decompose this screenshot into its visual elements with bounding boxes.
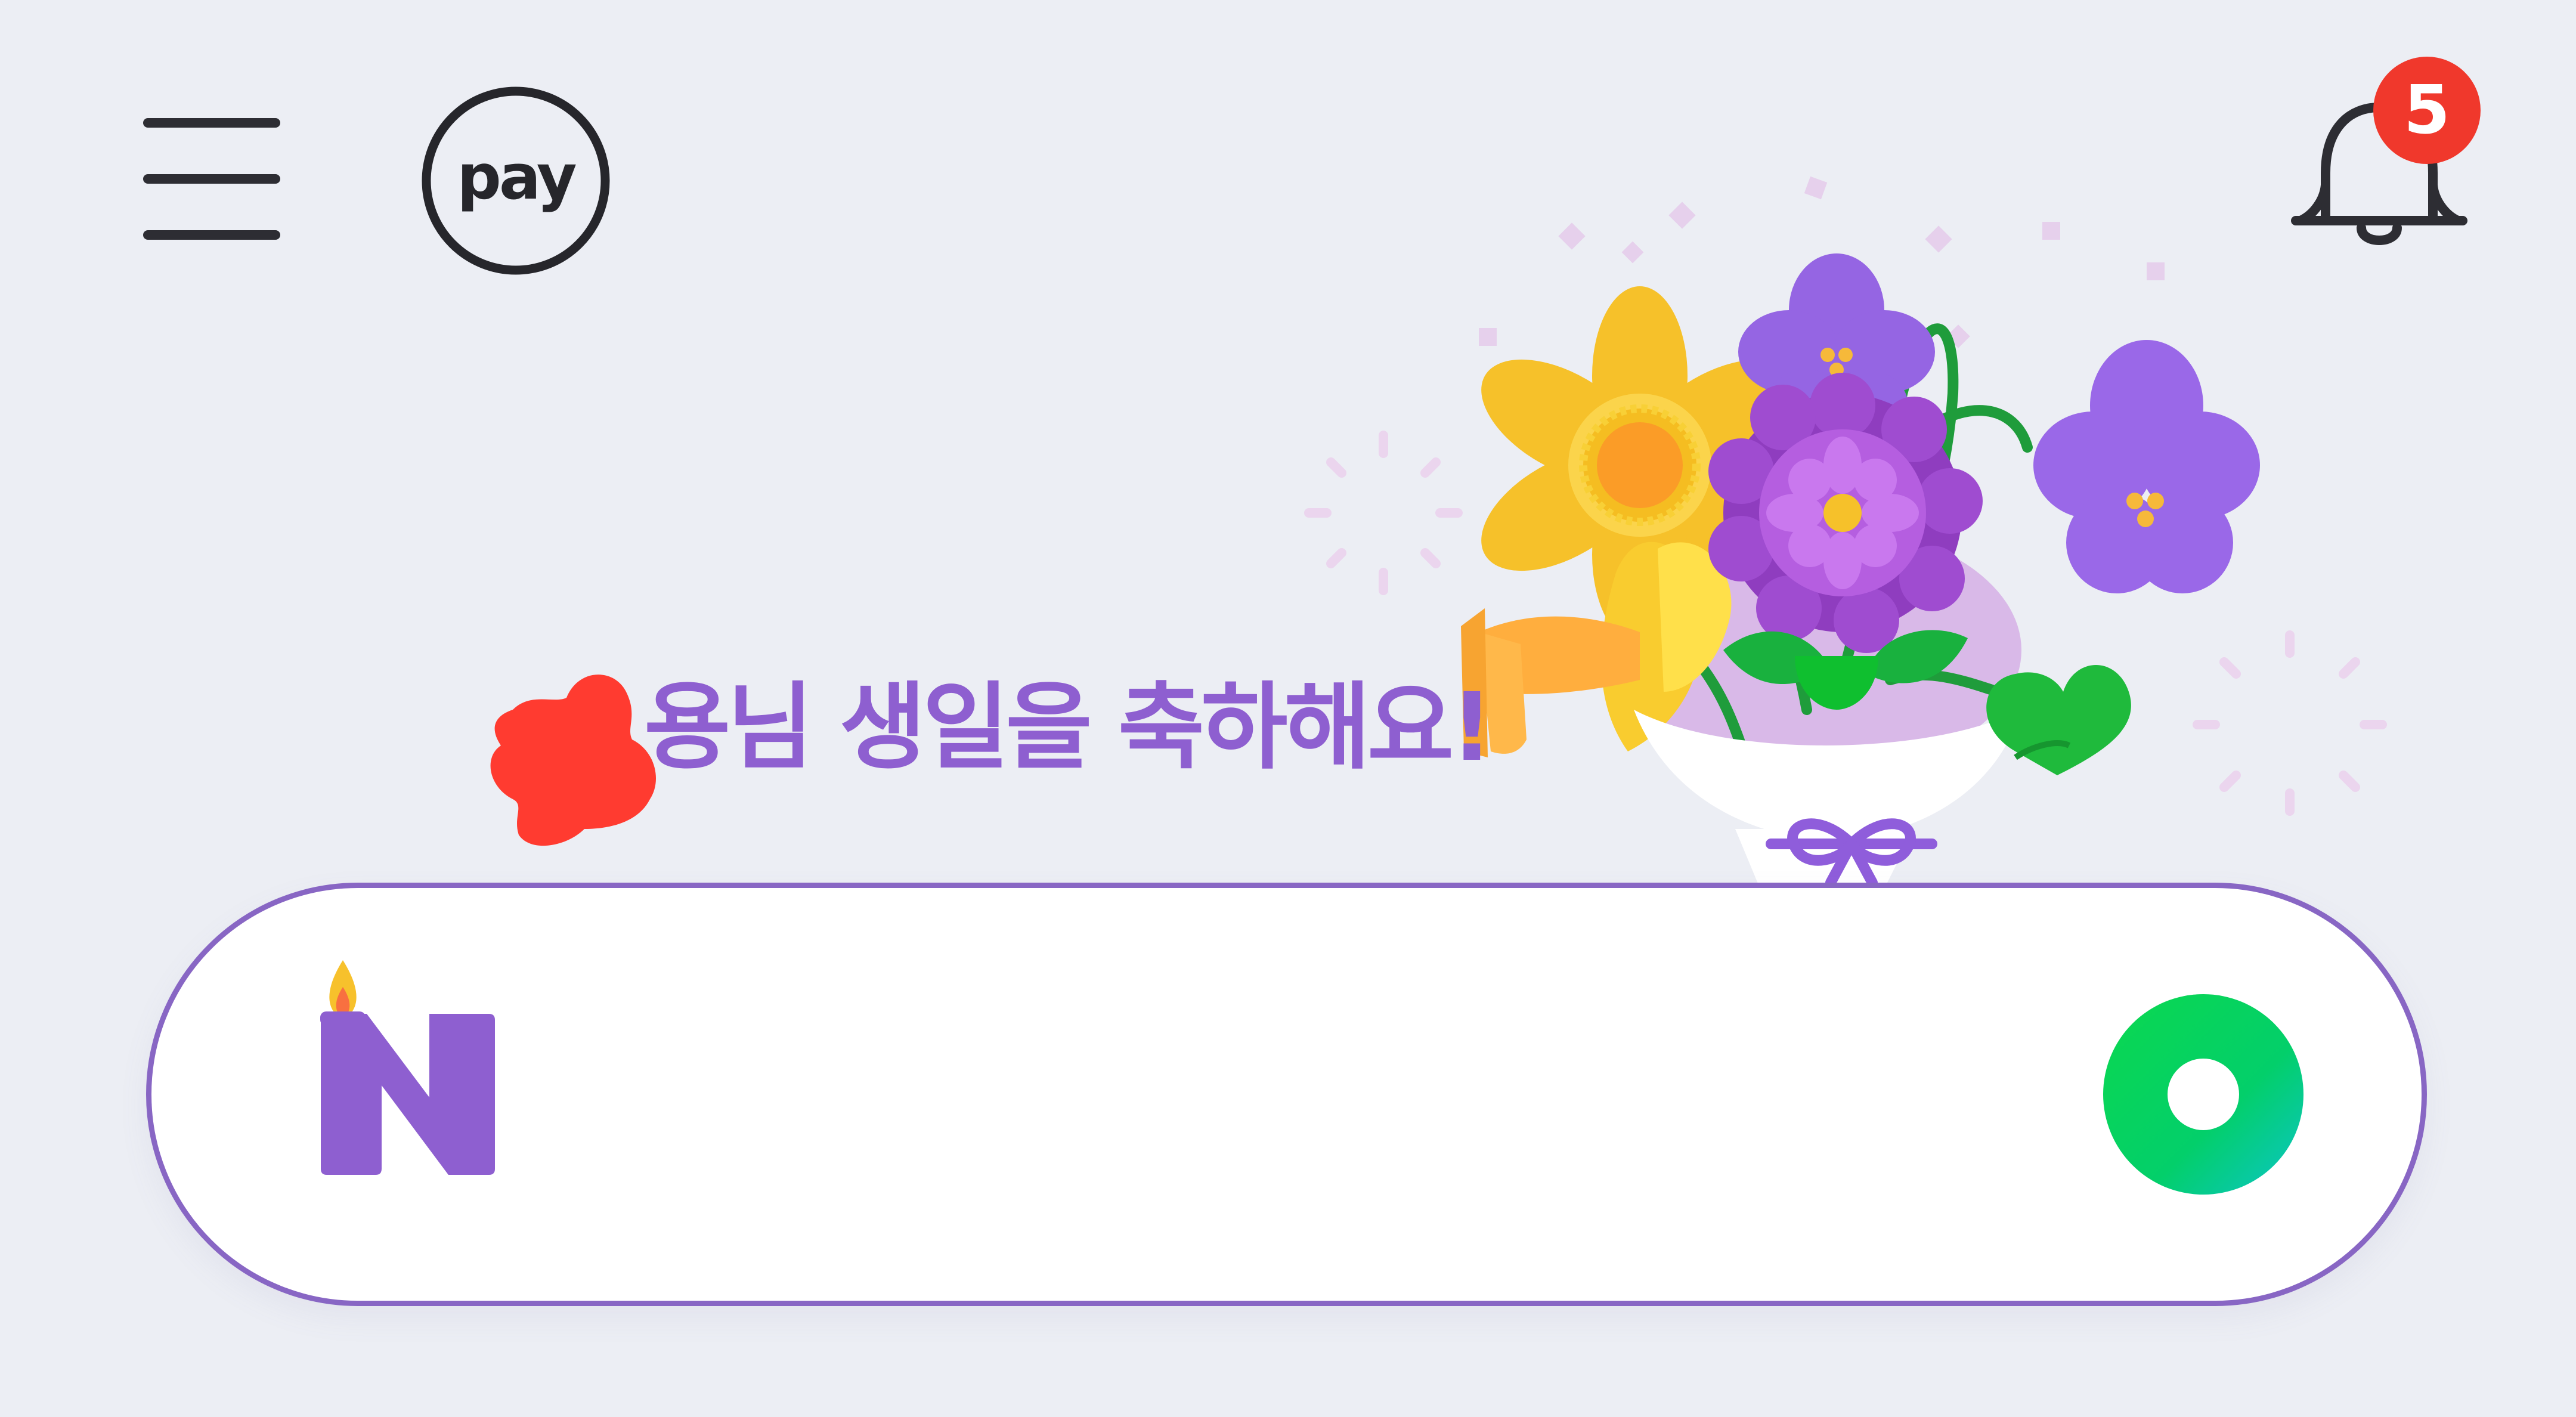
search-input[interactable] — [572, 984, 2036, 1200]
name-redaction-mark — [477, 656, 680, 853]
flower-bouquet-illustration — [1282, 155, 2415, 930]
pay-logo-text: pay — [457, 141, 575, 214]
greeting-message: 용님 생일을 축하해요! — [644, 673, 1493, 782]
green-dot-button[interactable] — [2102, 993, 2305, 1196]
pay-logo[interactable]: pay — [417, 82, 614, 279]
hamburger-menu-icon — [143, 118, 280, 240]
notification-badge: 5 — [2373, 57, 2481, 164]
menu-button[interactable] — [137, 113, 286, 245]
naver-n-birthday-candle-icon[interactable] — [310, 942, 507, 1193]
green-ring-icon — [2103, 994, 2303, 1195]
